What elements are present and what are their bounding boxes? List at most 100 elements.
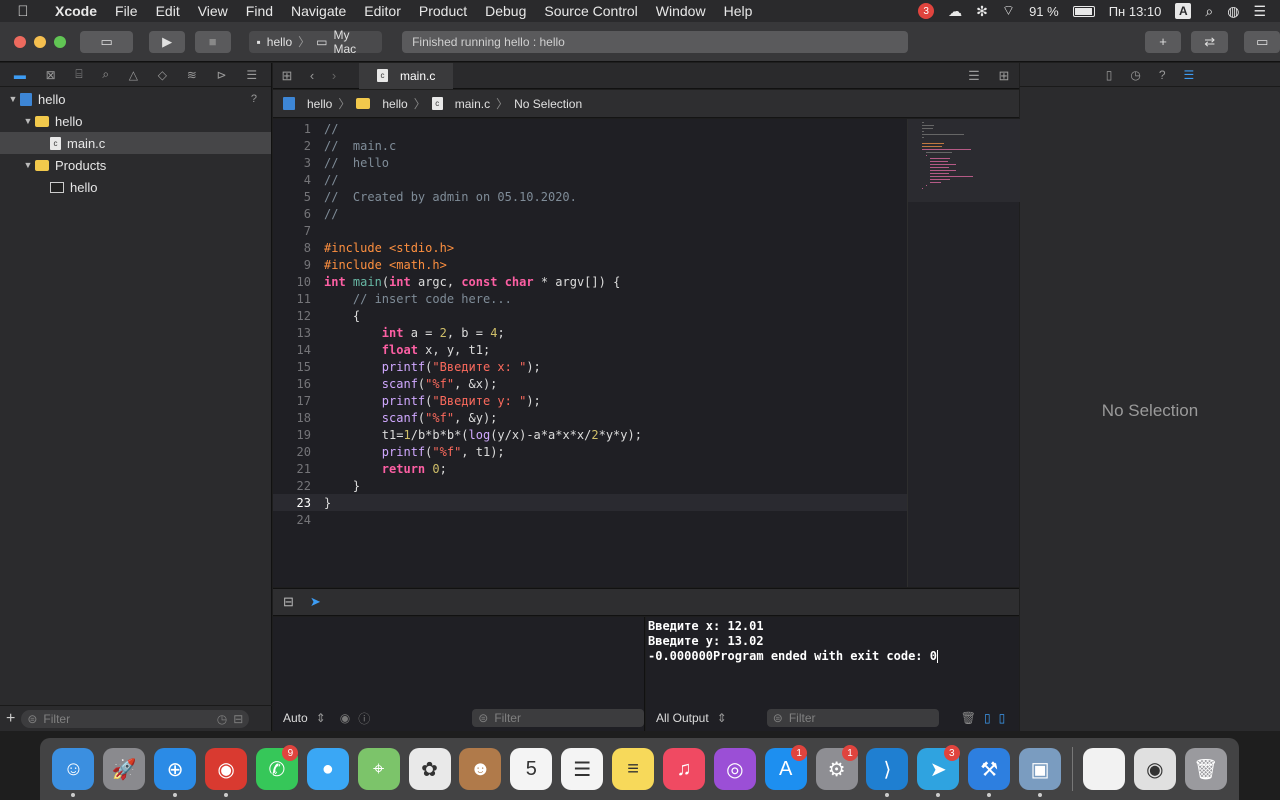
info-icon[interactable]: ⓘ [358,710,370,727]
input-source-icon[interactable]: A [1175,3,1192,19]
dock-item-finder[interactable]: ☺ [48,741,99,797]
dock-item-contacts[interactable]: ☻ [455,741,506,797]
split-console-left-icon[interactable]: ▯ [984,711,991,725]
library-button[interactable]: + [1145,30,1181,53]
jump-symbol[interactable]: No Selection [514,97,582,111]
debug-icon[interactable]: ≋ [187,68,197,82]
siri-icon[interactable]: ◍ [1227,3,1239,20]
code-line[interactable]: 14 float x, y, t1; [273,341,907,358]
dock-item-notes[interactable]: ≡ [608,741,659,797]
source-control-icon[interactable]: ⊠ [46,68,56,82]
navigator-filter-field[interactable]: ⊜ Filter ◷ ⊟ [21,709,250,728]
dock-item-downloads[interactable]: ◉ [1129,741,1180,797]
code-line[interactable]: 24 [273,511,907,528]
source-editor[interactable]: 1 // 2 // main.c 3 // hello 4 // 5 // Created by … [273,119,907,587]
console-output[interactable]: Введите x: 12.01 Введите y: 13.02 -0.00000… [646,617,1019,731]
file-inspector-icon[interactable]: ▯ [1106,68,1113,82]
line-number[interactable]: 6 [273,207,311,221]
battery-percent[interactable]: 91 % [1029,4,1059,19]
menu-edit[interactable]: Edit [147,3,189,19]
code-line[interactable]: 22 } [273,477,907,494]
editor-options-icon[interactable]: ☰ [959,68,989,84]
code-line[interactable]: 7 [273,222,907,239]
scheme-selector[interactable]: ▪ hello 〉 ▭ My Mac [248,28,383,56]
run-button[interactable]: ▶ [149,30,185,53]
code-line[interactable]: 18 scanf("%f", &y); [273,409,907,426]
report-icon[interactable]: ☰ [246,68,257,82]
hide-debug-area-icon[interactable]: ⊟ [283,594,294,610]
line-number[interactable]: 13 [273,326,311,340]
code-line[interactable]: 16 scanf("%f", &x); [273,375,907,392]
code-line[interactable]: 21 return 0; [273,460,907,477]
dock-item-xcode[interactable]: ⚒ [964,741,1015,797]
related-items-icon[interactable]: ⊞ [273,68,301,84]
disclosure-triangle-icon[interactable]: ▼ [6,94,20,104]
line-number[interactable]: 3 [273,156,311,170]
search-icon[interactable]: ⌕ [102,67,109,82]
dock-item-trash[interactable]: 🗑 [1180,741,1231,797]
help-icon[interactable]: ? [1159,68,1166,82]
console-filter-field[interactable]: ⊜ Filter [766,709,939,727]
line-number[interactable]: 10 [273,275,311,289]
line-number[interactable]: 2 [273,139,311,153]
line-number[interactable]: 7 [273,224,311,238]
toggle-inspector-button[interactable]: ▭ [1244,30,1280,53]
line-number[interactable]: 14 [273,343,311,357]
tab-main-c[interactable]: c main.c [359,62,454,89]
toggle-navigator-button[interactable]: ▭ [80,30,134,53]
tree-item-folder[interactable]: ▼ Products [0,154,271,176]
code-line[interactable]: 15 printf("Введите x: "); [273,358,907,375]
folder-icon[interactable]: ▬ [14,68,26,82]
tree-item-exec[interactable]: hello [0,176,271,198]
forward-arrow-icon[interactable]: › [323,68,345,83]
dock-item-safari[interactable]: ⊕ [150,741,201,797]
test-icon[interactable]: ◇ [158,68,167,82]
line-number[interactable]: 11 [273,292,311,306]
line-number[interactable]: 5 [273,190,311,204]
disclosure-triangle-icon[interactable]: ▼ [21,160,35,170]
dock-item-messages[interactable]: ● [302,741,353,797]
line-number[interactable]: 17 [273,394,311,408]
dock-item-music[interactable]: ♫ [659,741,710,797]
code-line[interactable]: 1 // [273,120,907,137]
breakpoint-icon[interactable]: ⊳ [217,68,227,82]
split-editor-icon[interactable]: ⊞ [989,68,1019,84]
variables-mode[interactable]: Auto [283,711,308,725]
eye-icon[interactable]: ◉ [340,711,350,725]
line-number[interactable]: 19 [273,428,311,442]
back-arrow-icon[interactable]: ‹ [301,68,323,83]
menu-app-name[interactable]: Xcode [46,3,106,19]
symbol-icon[interactable]: ⌸ [75,67,82,82]
line-number[interactable]: 21 [273,462,311,476]
tree-item-project[interactable]: ▼ hello? [0,88,271,110]
clock[interactable]: Пн 13:10 [1109,4,1162,19]
attributes-icon[interactable]: ☰ [1184,68,1195,82]
menu-source-control[interactable]: Source Control [535,3,646,19]
scm-filter-icon[interactable]: ⊟ [233,712,243,726]
disclosure-triangle-icon[interactable]: ▼ [21,116,35,126]
line-number[interactable]: 22 [273,479,311,493]
dock-item-app-store[interactable]: A1 [760,741,811,797]
fan-control-icon[interactable]: ✻ [976,3,988,20]
menu-help[interactable]: Help [715,3,762,19]
line-number[interactable]: 23 [273,496,311,510]
line-number[interactable]: 12 [273,309,311,323]
dock-item-chrome[interactable]: ◉ [201,741,252,797]
line-number[interactable]: 9 [273,258,311,272]
battery-icon[interactable] [1072,5,1095,17]
dock-item-document[interactable] [1078,741,1129,797]
menu-debug[interactable]: Debug [476,3,535,19]
line-number[interactable]: 8 [273,241,311,255]
dock-item-telegram[interactable]: ➤ 3 [913,741,964,797]
menu-editor[interactable]: Editor [355,3,410,19]
minimap-visible-region[interactable] [908,119,1020,202]
tree-item-folder[interactable]: ▼ hello [0,110,271,132]
code-line[interactable]: 23} [273,494,907,511]
dock-item-reminders[interactable]: ☰ [557,741,608,797]
dock-item-podcasts[interactable]: ◎ [709,741,760,797]
notification-badge[interactable]: 3 [918,3,935,19]
warning-icon[interactable]: △ [129,68,138,82]
menu-view[interactable]: View [189,3,237,19]
code-review-button[interactable]: ⇄ [1190,30,1229,53]
menu-find[interactable]: Find [237,3,282,19]
